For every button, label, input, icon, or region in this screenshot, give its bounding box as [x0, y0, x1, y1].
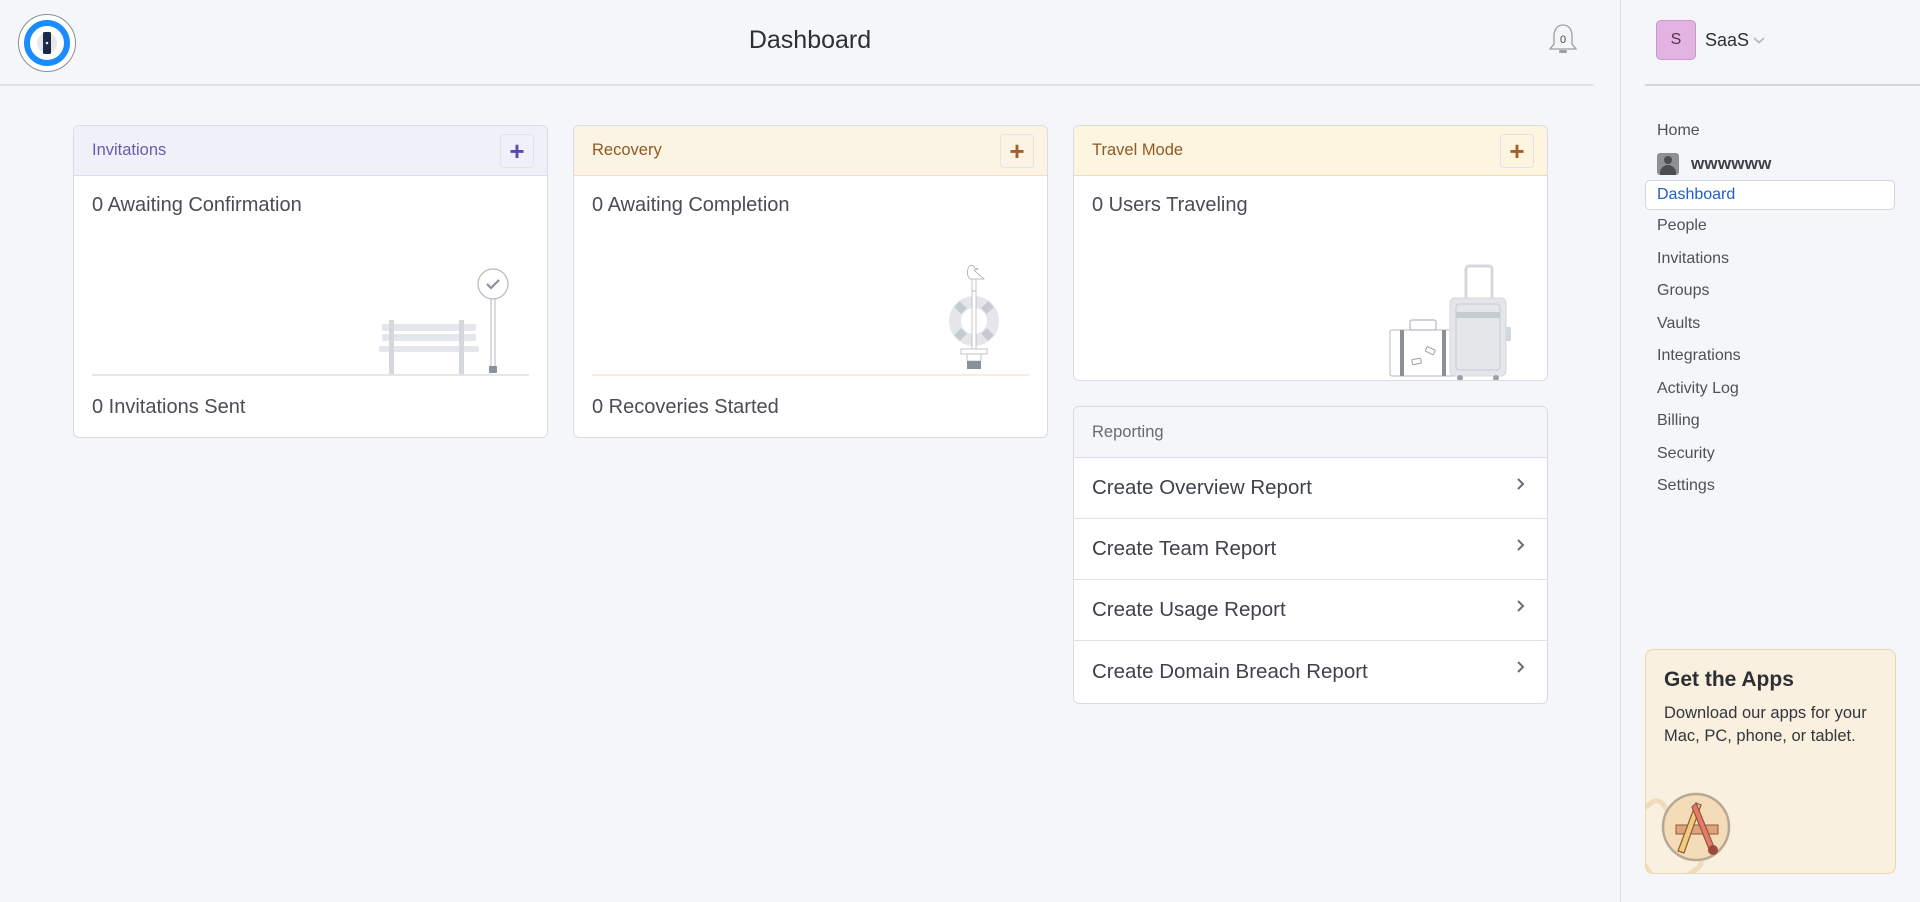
chevron-down-icon — [1753, 37, 1765, 44]
get-apps-text: Download our apps for your Mac, PC, phon… — [1664, 704, 1867, 745]
enable-travel-mode-button[interactable]: + — [1500, 134, 1534, 168]
top-header: Dashboard 0 — [0, 0, 1594, 86]
sidebar-item-label: Integrations — [1657, 347, 1741, 365]
sidebar-item-label: Home — [1657, 122, 1700, 140]
sidebar-divider — [1620, 0, 1621, 902]
account-name: SaaS — [1705, 30, 1750, 50]
sidebar-item-billing[interactable]: Billing — [1645, 405, 1895, 438]
plus-icon: + — [1509, 136, 1525, 166]
app-store-icon — [1646, 792, 1731, 873]
sidebar-item-label: Security — [1657, 444, 1715, 462]
sidebar-item-label: Vaults — [1657, 314, 1701, 332]
sidebar-item-integrations[interactable]: Integrations — [1645, 340, 1895, 373]
sidebar-item-home[interactable]: Home — [1645, 115, 1895, 148]
ground-line — [592, 374, 1029, 376]
recovery-card-title: Recovery — [592, 141, 662, 159]
sidebar-item-dashboard[interactable]: Dashboard — [1645, 180, 1895, 210]
sidebar-item-label: Activity Log — [1657, 379, 1739, 397]
user-avatar-icon — [1657, 152, 1679, 175]
invitations-sent-count: 0 Invitations Sent — [92, 396, 246, 418]
account-avatar: S — [1656, 20, 1696, 60]
chevron-right-icon — [1517, 600, 1525, 612]
reporting-card-header: Reporting — [1074, 407, 1547, 458]
sidebar-item-people[interactable]: People — [1645, 210, 1895, 243]
notifications-count: 0 — [1559, 34, 1567, 46]
sidebar-item-label: Invitations — [1657, 249, 1730, 267]
sidebar-item-groups[interactable]: Groups — [1645, 275, 1895, 308]
sidebar-item-label: Billing — [1657, 412, 1700, 430]
bench-illustration-icon — [379, 268, 509, 374]
invitations-card: Invitations + 0 Awaiting Confirmation 0 … — [73, 125, 548, 438]
sidebar-item-security[interactable]: Security — [1645, 438, 1895, 471]
sidebar-nav: Home wwwwww Dashboard People Invitations… — [1645, 115, 1895, 503]
travel-mode-card-title: Travel Mode — [1092, 141, 1184, 159]
create-team-report-button[interactable]: Create Team Report — [1074, 519, 1547, 580]
sidebar-item-label: People — [1657, 217, 1707, 235]
plus-icon: + — [1009, 136, 1025, 166]
sidebar-item-label: Dashboard — [1657, 186, 1736, 203]
sidebar-item-settings[interactable]: Settings — [1645, 470, 1895, 503]
sidebar-item-vaults[interactable]: Vaults — [1645, 308, 1895, 341]
get-apps-card[interactable]: Get the Apps Download our apps for your … — [1645, 649, 1896, 874]
lifebuoy-illustration-icon — [949, 265, 999, 369]
sidebar-item-label: Groups — [1657, 282, 1710, 300]
awaiting-completion-count: 0 Awaiting Completion — [592, 194, 790, 216]
travel-mode-card: Travel Mode + 0 Users Traveling — [1073, 125, 1548, 381]
reporting-card-title: Reporting — [1092, 422, 1164, 441]
recovery-card: Recovery + 0 Awaiting Completion 0 Recov… — [573, 125, 1048, 438]
chevron-right-icon — [1517, 539, 1525, 551]
invitations-card-header: Invitations + — [74, 126, 547, 176]
awaiting-confirmation-count: 0 Awaiting Confirmation — [92, 194, 302, 216]
plus-icon: + — [509, 136, 525, 166]
sidebar-item-activity-log[interactable]: Activity Log — [1645, 373, 1895, 406]
report-label: Create Domain Breach Report — [1092, 659, 1368, 683]
create-usage-report-button[interactable]: Create Usage Report — [1074, 580, 1547, 641]
account-switcher[interactable]: S SaaS — [1645, 0, 1920, 86]
create-domain-breach-report-button[interactable]: Create Domain Breach Report — [1074, 641, 1547, 702]
invitations-card-title: Invitations — [92, 141, 167, 159]
add-invitation-button[interactable]: + — [500, 134, 534, 168]
report-label: Create Overview Report — [1092, 476, 1312, 499]
get-apps-title: Get the Apps — [1664, 668, 1794, 691]
notifications-button[interactable]: 0 — [1546, 22, 1580, 58]
sidebar-item-invitations[interactable]: Invitations — [1645, 243, 1895, 276]
create-overview-report-button[interactable]: Create Overview Report — [1074, 458, 1547, 519]
add-recovery-button[interactable]: + — [1000, 134, 1034, 168]
chevron-right-icon — [1517, 661, 1525, 673]
recovery-card-header: Recovery + — [574, 126, 1047, 176]
sidebar-item-label: wwwwww — [1691, 153, 1772, 173]
ground-line — [92, 374, 529, 376]
travel-mode-card-header: Travel Mode + — [1074, 126, 1547, 176]
reporting-card: Reporting Create Overview Report Create … — [1073, 406, 1548, 704]
sidebar-item-user[interactable]: wwwwww — [1645, 148, 1895, 181]
luggage-illustration-icon — [1389, 264, 1511, 380]
page-title: Dashboard — [748, 26, 872, 54]
chevron-right-icon — [1517, 478, 1525, 490]
users-traveling-count: 0 Users Traveling — [1092, 194, 1248, 216]
report-label: Create Team Report — [1092, 537, 1277, 560]
report-label: Create Usage Report — [1092, 598, 1286, 621]
sidebar-item-label: Settings — [1657, 477, 1715, 495]
recoveries-started-count: 0 Recoveries Started — [592, 396, 779, 418]
